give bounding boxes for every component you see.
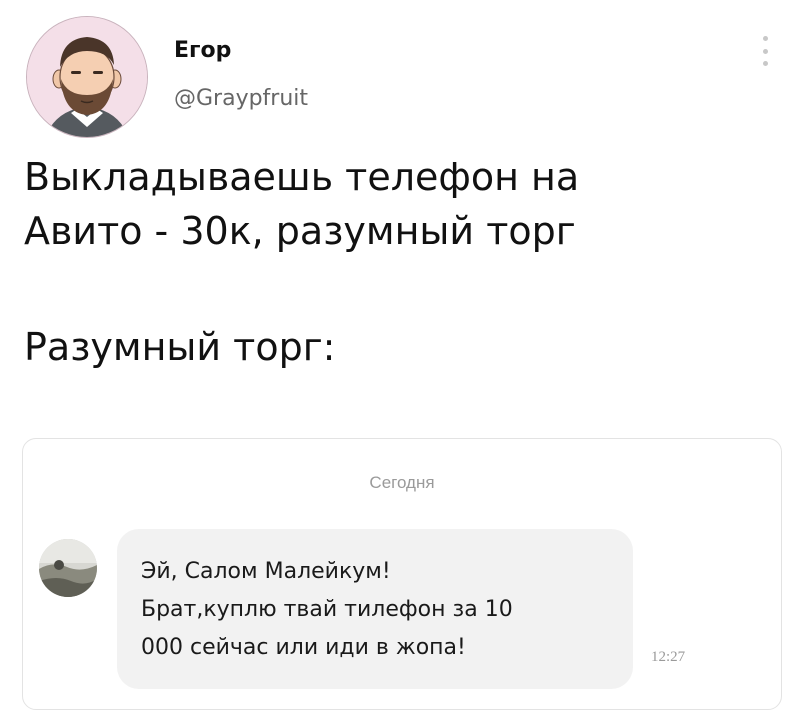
chat-date-label: Сегодня bbox=[369, 473, 435, 492]
sender-avatar[interactable] bbox=[39, 539, 97, 597]
author-avatar[interactable] bbox=[26, 16, 148, 138]
more-dot bbox=[762, 36, 768, 41]
sender-avatar-photo bbox=[39, 539, 97, 597]
author-name[interactable]: Егор bbox=[174, 38, 231, 63]
message-text: Эй, Салом Малейкум! Брат,куплю твай тиле… bbox=[141, 553, 601, 667]
more-vertical-icon[interactable] bbox=[760, 36, 770, 66]
message-line: 000 сейчас или иди в жопа! bbox=[141, 635, 466, 660]
tweet-line: Авито - 30к, разумный торг bbox=[24, 209, 576, 253]
chat-screenshot-card: Сегодня Эй, Салом Малейкум! Брат,куплю т… bbox=[22, 438, 782, 710]
avatar-illustration bbox=[27, 17, 147, 137]
tweet-line: Разумный торг: bbox=[24, 325, 336, 369]
message-time: 12:27 bbox=[651, 649, 686, 665]
more-dot bbox=[762, 61, 768, 66]
tweet-gap bbox=[24, 258, 784, 320]
more-dot bbox=[762, 48, 768, 54]
tweet-line: Выкладываешь телефон на bbox=[24, 155, 580, 199]
message-line: Эй, Салом Малейкум! bbox=[141, 559, 391, 584]
message-line: Брат,куплю твай тилефон за 10 bbox=[141, 597, 513, 622]
message-bubble[interactable]: Эй, Салом Малейкум! Брат,куплю твай тиле… bbox=[117, 529, 633, 689]
author-handle[interactable]: @Graypfruit bbox=[174, 86, 308, 111]
tweet-text: Выкладываешь телефон на Авито - 30к, раз… bbox=[24, 150, 784, 374]
